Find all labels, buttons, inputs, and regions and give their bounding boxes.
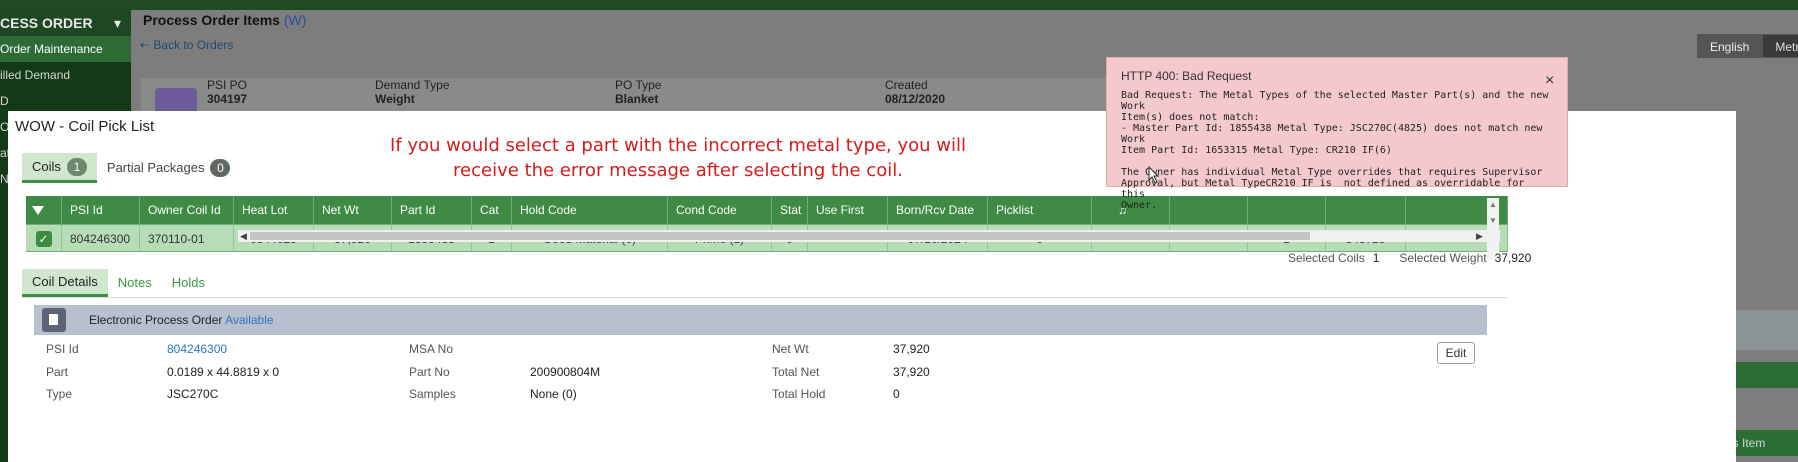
col-header-use-first[interactable]: Use First — [808, 196, 888, 224]
total-hold-value: 0 — [893, 387, 900, 401]
total-hold-label: Total Hold — [772, 387, 826, 401]
toast-message: Bad Request: The Metal Types of the sele… — [1121, 90, 1549, 211]
po-type-value: Blanket — [615, 92, 659, 106]
type-value: JSC270C — [167, 387, 219, 401]
page-title-suffix: (W) — [283, 12, 307, 28]
selected-coils-value: 1 — [1372, 251, 1380, 265]
check-icon: ✓ — [35, 231, 52, 247]
po-value: 304197 — [207, 92, 248, 106]
col-header-heat-lot[interactable]: Heat Lot — [234, 196, 314, 224]
scroll-left-icon[interactable]: ◀ — [240, 230, 247, 242]
cell-psi-id: 804246300 — [62, 224, 140, 252]
part-value: 0.0189 x 44.8819 x 0 — [167, 365, 280, 379]
psi-id-link[interactable]: 804246300 — [167, 342, 227, 356]
tab-coils-label: Coils — [32, 158, 61, 174]
demand-type-label: Demand Type — [375, 78, 450, 92]
grid-horizontal-scrollbar[interactable]: ◀ ▶ — [238, 230, 1500, 242]
cell-owner-coil-id: 370110-01 — [140, 224, 234, 252]
toast-title: HTTP 400: Bad Request — [1121, 69, 1252, 83]
page-title: Process Order Items (W) — [143, 12, 306, 28]
scroll-down-icon[interactable]: ▼ — [1489, 216, 1497, 225]
col-header-part-id[interactable]: Part Id — [392, 196, 472, 224]
epo-label: Electronic Process Order — [89, 313, 223, 327]
coils-count-badge: 1 — [66, 157, 87, 176]
col-header-psi-id[interactable]: PSI Id — [62, 196, 140, 224]
col-header-born-rcv-date[interactable]: Born/Rcv Date — [888, 196, 988, 224]
epo-status-link[interactable]: Available — [225, 313, 273, 327]
scroll-right-icon[interactable]: ▶ — [1476, 230, 1483, 242]
col-header-picklist[interactable]: Picklist — [988, 196, 1092, 224]
scrollbar-thumb[interactable] — [250, 232, 1310, 240]
po-type-label: PO Type — [615, 78, 662, 92]
detail-tabs: Coil Details Notes Holds — [22, 269, 215, 297]
row-select-checkbox[interactable]: ✓ — [26, 224, 62, 252]
net-wt-value: 37,920 — [893, 342, 930, 356]
tab-coil-details[interactable]: Coil Details — [22, 269, 108, 297]
modal-title: WOW - Coil Pick List — [15, 118, 155, 135]
mouse-cursor-icon — [1148, 166, 1160, 184]
demand-type-field: Demand Type Weight — [375, 78, 450, 106]
selected-weight-label: Selected Weight — [1399, 251, 1487, 265]
created-value: 08/12/2020 — [885, 92, 946, 106]
detail-tabs-divider — [22, 297, 1508, 298]
col-header-cat[interactable]: Cat — [472, 196, 512, 224]
tab-notes[interactable]: Notes — [108, 269, 162, 297]
col-header-cond-code[interactable]: Cond Code — [668, 196, 772, 224]
part-no-label: Part No — [409, 365, 450, 379]
selection-summary: Selected Coils 1 Selected Weight 37,920 — [1288, 251, 1543, 265]
filter-icon — [32, 206, 44, 215]
col-header-net-wt[interactable]: Net Wt — [314, 196, 392, 224]
tutorial-annotation: If you would select a part with the inco… — [390, 135, 966, 181]
selected-coils-label: Selected Coils — [1288, 251, 1365, 265]
sidebar-item-filled-demand[interactable]: illed Demand — [0, 62, 131, 88]
electronic-process-order-bar: Electronic Process Order Available — [34, 305, 1487, 335]
metric-toggle[interactable]: Metr — [1762, 34, 1798, 58]
sidebar-header-label: CESS ORDER — [0, 15, 93, 31]
page-title-text: Process Order Items — [143, 12, 280, 28]
total-net-label: Total Net — [772, 365, 820, 379]
error-toast: HTTP 400: Bad Request × Bad Request: The… — [1106, 57, 1568, 211]
top-bar — [0, 0, 1798, 10]
psi-id-label: PSI Id — [46, 342, 79, 356]
close-icon[interactable]: × — [1545, 72, 1554, 90]
created-label: Created — [885, 78, 928, 92]
col-header-stat[interactable]: Stat — [772, 196, 808, 224]
selected-weight-value: 37,920 — [1494, 251, 1532, 265]
english-toggle[interactable]: English — [1697, 34, 1763, 58]
tab-partial-packages[interactable]: Partial Packages 0 — [97, 153, 241, 183]
created-field: Created 08/12/2020 — [885, 78, 945, 106]
tab-partial-packages-label: Partial Packages — [106, 160, 205, 175]
document-icon — [42, 308, 66, 332]
sidebar-item-order-maintenance[interactable]: Order Maintenance — [0, 36, 131, 62]
part-no-value: 200900804M — [530, 365, 601, 379]
sidebar-header[interactable]: CESS ORDER ▾ — [0, 10, 131, 36]
samples-value: None (0) — [530, 387, 577, 401]
po-label: PSI PO — [207, 78, 248, 92]
tab-coils[interactable]: Coils 1 — [22, 153, 97, 183]
epo-text: Electronic Process Order Available — [89, 313, 274, 327]
tab-holds[interactable]: Holds — [162, 269, 215, 297]
msa-no-label: MSA No — [409, 342, 454, 356]
total-net-value: 37,920 — [893, 365, 930, 379]
part-label: Part — [46, 365, 69, 379]
col-header-owner-coil-id[interactable]: Owner Coil Id — [140, 196, 234, 224]
edit-button[interactable]: Edit — [1437, 342, 1475, 364]
type-label: Type — [46, 387, 73, 401]
unit-toggle: English Metr — [1697, 34, 1798, 58]
chevron-down-icon: ▾ — [113, 15, 121, 31]
demand-type-value: Weight — [375, 92, 415, 106]
pick-list-tabs: Coils 1 Partial Packages 0 — [22, 153, 240, 183]
po-type-field: PO Type Blanket — [615, 78, 661, 106]
back-to-orders-link[interactable]: ⇠ Back to Orders — [140, 38, 233, 52]
net-wt-label: Net Wt — [772, 342, 809, 356]
filter-column-header[interactable] — [26, 196, 62, 224]
po-field: PSI PO 304197 — [207, 78, 247, 106]
col-header-hold-code[interactable]: Hold Code — [512, 196, 668, 224]
partial-packages-count-badge: 0 — [210, 159, 231, 177]
samples-label: Samples — [409, 387, 456, 401]
